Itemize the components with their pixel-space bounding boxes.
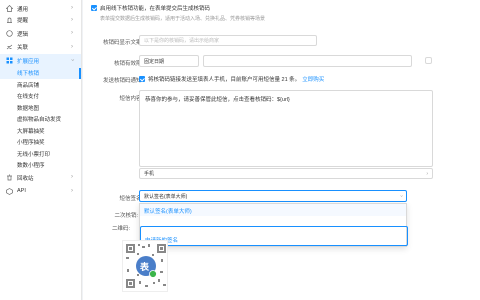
sms-content-label: 短信内容: — [119, 96, 143, 102]
sidebar-subitem-miniapp[interactable]: 数数小程序 — [0, 160, 81, 172]
sidebar-subitem-miniapp-lottery[interactable]: 小程序抽奖 — [0, 137, 81, 149]
sidebar-subitem-payment[interactable]: 在线支付 — [0, 91, 81, 103]
chevron-down-icon: › — [69, 59, 75, 61]
link-icon — [6, 44, 13, 51]
qr-label: 二维码: — [111, 226, 130, 232]
apps-icon — [6, 57, 13, 64]
sidebar-item-extensions[interactable]: 扩展应用 › — [0, 54, 81, 68]
notify-checkbox[interactable] — [139, 76, 145, 82]
sidebar-subitem-label: 大屏幕抽奖 — [17, 128, 45, 135]
sidebar-subitem-label: 数数小程序 — [17, 163, 45, 170]
chevron-right-icon: › — [71, 187, 73, 194]
expire-label: 核销有效期: — [113, 61, 143, 67]
qr-logo-text: 表 — [140, 262, 150, 272]
sidebar-subitem-label: 商品店铺 — [17, 82, 40, 89]
sign-option[interactable]: 默认签名(表单大师) — [140, 204, 406, 216]
sidebar-item-link[interactable]: 关联 › — [0, 41, 81, 55]
sidebar-item-label: API — [17, 188, 26, 195]
expire-value: 固定日期 — [144, 58, 165, 65]
sidebar-item-label: 扩展应用 — [17, 58, 40, 65]
buy-sms-link[interactable]: 立即购买 — [302, 75, 324, 83]
sms-content-text: 恭喜你的参与，请妥善保管此短信，点击查看核销码：${url} — [145, 97, 290, 103]
notify-label: 发送核销码通知: — [102, 78, 143, 84]
chevron-right-icon: › — [71, 30, 73, 36]
sidebar-item-remind[interactable]: 提醒 › — [0, 14, 81, 28]
sidebar-subitem-offline-verify[interactable]: 线下核销 — [0, 67, 81, 79]
sidebar-item-label: 回收站 — [17, 175, 34, 182]
trash-icon — [6, 174, 13, 181]
sidebar-subitem-label: 在线支付 — [17, 94, 40, 101]
notify-text: 将核销码链接发送至填表人手机，目前账户可用短信量 21 条。 — [148, 77, 301, 83]
chevron-right-icon: › — [71, 16, 73, 23]
qr-code: 表 — [122, 240, 168, 292]
sidebar-subitem-receipt-print[interactable]: 无线小票打印 — [0, 148, 81, 160]
sign-select[interactable]: 默认签名(表单大师) › — [139, 190, 407, 202]
sidebar-item-logic[interactable]: 逻辑 › — [0, 27, 81, 41]
notify-row: 将核销码链接发送至填表人手机，目前账户可用短信量 21 条。 立即购买 — [139, 75, 324, 83]
sidebar-subitem-label: 无线小票打印 — [17, 151, 51, 158]
phone-label: 手机 — [144, 171, 155, 177]
chevron-right-icon: › — [71, 5, 73, 11]
bell-icon — [6, 17, 13, 24]
enable-label: 启用线下核销功能，在表单提交后生成核销码 — [100, 6, 211, 12]
enable-hint: 表单提交数据后生成核销码，适用于活动入场、兑换礼品、凭券核销等场景 — [100, 16, 266, 22]
sign-dropdown: 默认签名(表单大师) 申请新的签名 — [139, 203, 408, 247]
code-text-label: 核销码显示文案: — [102, 40, 143, 46]
sidebar-subitem-auto-delivery[interactable]: 虚拟物品自动发货 — [0, 114, 81, 126]
sidebar-item-trash[interactable]: 回收站 › — [0, 171, 81, 185]
enable-checkbox[interactable] — [91, 5, 97, 11]
phone-field-select[interactable]: 手机 › — [139, 168, 433, 179]
expire-extra-checkbox[interactable] — [425, 57, 432, 64]
chevron-right-icon: › — [71, 174, 73, 180]
sidebar-subitem-data-map[interactable]: 数据地图 — [0, 102, 81, 114]
sign-value: 默认签名(表单大师) — [144, 193, 188, 200]
sidebar-subitem-label: 虚拟物品自动发货 — [17, 117, 62, 124]
sidebar-subitem-label: 小程序抽奖 — [17, 140, 45, 147]
logic-icon — [6, 30, 13, 37]
sidebar-item-label: 提醒 — [17, 18, 29, 25]
sidebar-subitem-screen-lottery[interactable]: 大屏幕抽奖 — [0, 125, 81, 137]
code-text-input[interactable]: 以下是你的核销码，请出示给商家 — [139, 35, 317, 46]
sign-label: 短信签名: — [119, 196, 143, 202]
sidebar-item-api[interactable]: API › — [0, 185, 81, 199]
sidebar-subitem-label: 线下核销 — [17, 71, 40, 78]
enable-row: 启用线下核销功能，在表单提交后生成核销码 — [91, 4, 210, 12]
sidebar-item-label: 关联 — [17, 45, 29, 52]
chevron-right-icon: › — [426, 170, 428, 177]
home-icon — [5, 5, 14, 13]
second-verify-label: 二次核销: — [114, 213, 138, 219]
expire-select[interactable]: 固定日期 — [139, 55, 199, 67]
sidebar-item-label: 逻辑 — [17, 31, 29, 38]
sidebar: 通用 › 提醒 › 逻辑 › 关联 › 扩展应用 › 线下核销 商品店铺 在线支… — [0, 0, 82, 300]
api-icon — [6, 187, 13, 195]
chevron-right-icon: › — [71, 43, 73, 50]
chevron-down-icon: › — [398, 195, 405, 197]
sidebar-subitem-label: 数据地图 — [17, 105, 40, 112]
sidebar-item-label: 通用 — [17, 6, 29, 13]
sidebar-subitem-shop[interactable]: 商品店铺 — [0, 79, 81, 91]
apply-new-sign-link[interactable]: 申请新的签名 — [140, 226, 408, 246]
sms-content-textarea[interactable]: 恭喜你的参与，请妥善保管此短信，点击查看核销码：${url} — [139, 90, 433, 167]
expire-date-input[interactable] — [203, 55, 412, 67]
